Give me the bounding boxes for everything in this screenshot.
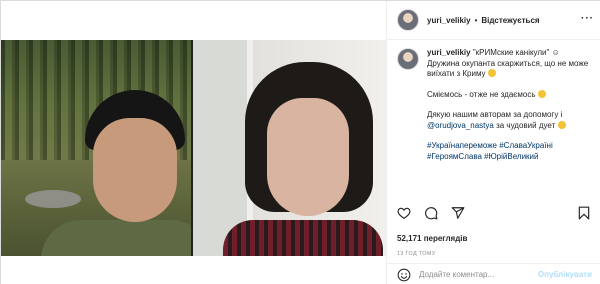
avatar[interactable] — [397, 9, 419, 31]
share-icon[interactable] — [451, 206, 465, 220]
video-left-panel — [1, 40, 191, 256]
caption-username[interactable]: yuri_velikiy — [427, 48, 471, 57]
woman-face — [267, 98, 349, 216]
more-icon[interactable]: ··· — [581, 13, 594, 24]
separator-dot: • — [474, 15, 478, 25]
caption-text: Дружина окупанта скаржиться, що не може … — [427, 58, 589, 79]
man-face — [93, 118, 177, 222]
emoji-icon[interactable] — [397, 268, 411, 282]
mention-link[interactable]: @orudjova_nastya — [427, 121, 494, 130]
caption-area: yuri_velikiy "кРИМские канікули" ☺ Дружи… — [387, 40, 600, 198]
following-button[interactable]: Відстежується — [481, 16, 539, 25]
views-count[interactable]: 52,171 переглядів — [397, 234, 467, 243]
caption-title: "кРИМские канікули" ☺ — [472, 48, 560, 57]
add-comment-bar: Опублікувати — [387, 263, 600, 284]
man-uniform — [41, 220, 191, 256]
publish-button[interactable]: Опублікувати — [538, 270, 592, 279]
heart-icon[interactable] — [397, 206, 411, 220]
hashtags[interactable]: #Українапереможе #СлаваУкраїні #ГероямСл… — [427, 141, 592, 162]
caption-thanks-end: за чудовий дует — [496, 120, 556, 130]
post-time[interactable]: 13 ГОД ТОМУ — [397, 251, 436, 257]
cooking-pot — [25, 190, 81, 208]
comment-input[interactable] — [419, 270, 538, 279]
video-right-panel — [193, 40, 386, 256]
video-player[interactable] — [1, 40, 386, 256]
woman-shirt — [223, 220, 383, 256]
header-username[interactable]: yuri_velikiy — [427, 16, 471, 25]
post-media — [1, 1, 386, 284]
post-modal: yuri_velikiy • Відстежується ··· yuri_ve… — [0, 0, 600, 284]
grin-emoji-icon — [557, 120, 566, 129]
smile-emoji-icon — [537, 89, 546, 98]
bookmark-icon[interactable] — [577, 206, 591, 220]
post-caption: yuri_velikiy "кРИМские канікули" ☺ Дружи… — [427, 48, 592, 198]
caption-thanks: Дякую нашим авторам за допомогу і — [427, 110, 563, 119]
post-header: yuri_velikiy • Відстежується ··· — [387, 1, 600, 40]
caption-motto: Сміємось - отже не здаємось — [427, 89, 536, 99]
comment-icon[interactable] — [424, 206, 438, 220]
caption-avatar[interactable] — [397, 48, 419, 70]
action-bar — [387, 206, 600, 226]
post-sidebar: yuri_velikiy • Відстежується ··· yuri_ve… — [386, 1, 600, 284]
laughing-emoji-icon — [487, 69, 496, 77]
